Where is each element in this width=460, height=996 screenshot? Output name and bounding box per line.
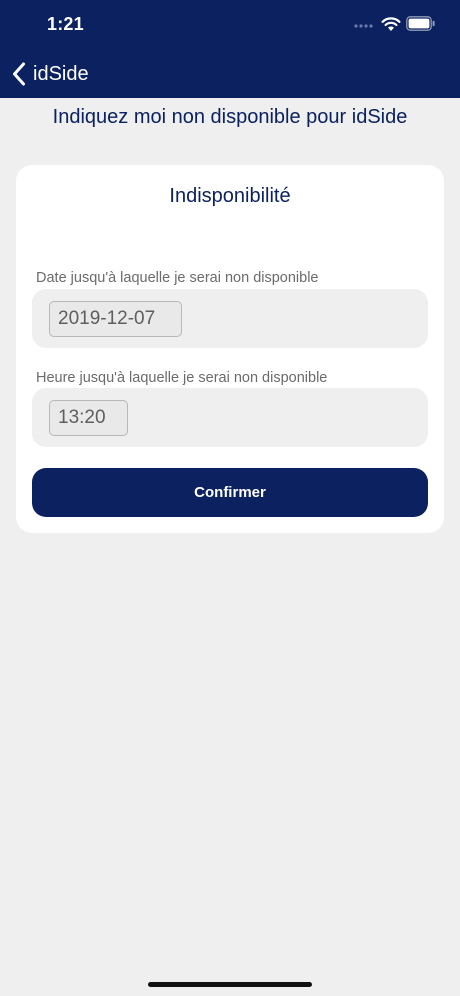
time-input[interactable]: 13:20: [49, 400, 128, 436]
time-label: Heure jusqu'à laquelle je serai non disp…: [36, 370, 328, 386]
top-bar: 1:21 idSide: [0, 0, 460, 98]
back-label: idSide: [33, 62, 89, 85]
time-field-container: 13:20: [32, 388, 428, 447]
card-title: Indisponibilité: [169, 185, 291, 207]
signal-icon: [354, 24, 373, 28]
battery-icon: [406, 16, 435, 31]
home-indicator: [148, 982, 312, 987]
confirm-button[interactable]: Confirmer: [32, 468, 428, 517]
date-label: Date jusqu'à laquelle je serai non dispo…: [36, 270, 319, 286]
unavailability-card: Indisponibilité Date jusqu'à laquelle je…: [16, 165, 444, 533]
page-title: Indiquez moi non disponible pour idSide: [52, 106, 408, 128]
chevron-left-icon: [13, 62, 25, 86]
date-input[interactable]: 2019-12-07: [49, 301, 182, 337]
back-button[interactable]: idSide: [12, 59, 89, 89]
status-time: 1:21: [47, 14, 84, 34]
date-field-container: 2019-12-07: [32, 289, 428, 348]
wifi-icon: [381, 17, 401, 31]
